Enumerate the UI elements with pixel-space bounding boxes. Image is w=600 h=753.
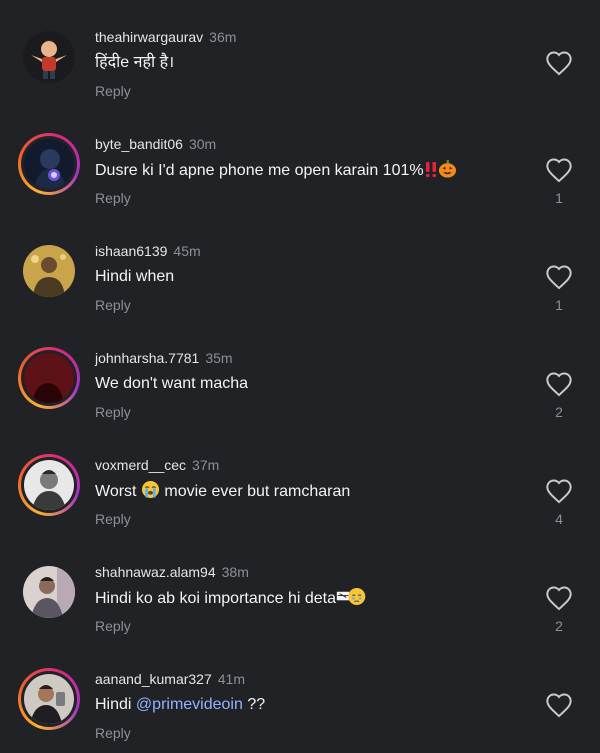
comment-meta: shahnawaz.alam94 38m (95, 563, 249, 581)
reply-button[interactable]: Reply (95, 510, 131, 528)
comment-text-content: Hindi ko ab koi importance hi deta (95, 590, 337, 607)
heart-icon[interactable] (545, 478, 573, 504)
comment-item: voxmerd__cec 37m Worst movie ever but ram… (0, 432, 600, 539)
comment-meta: ishaan6139 45m (95, 242, 201, 260)
heart-icon[interactable] (545, 264, 573, 290)
comment-text: Worst movie ever but ramcharan (95, 480, 350, 506)
avatar-image (24, 460, 74, 510)
avatar-image (23, 245, 75, 297)
avatar[interactable] (18, 347, 80, 409)
reply-button[interactable]: Reply (95, 82, 131, 100)
username[interactable]: theahirwargaurav (95, 29, 203, 45)
jack-o-lantern-icon (438, 159, 457, 185)
comment-meta: voxmerd__cec 37m (95, 456, 219, 474)
avatar[interactable] (18, 668, 80, 730)
avatar-image (24, 139, 74, 189)
comment-item: aanand_kumar327 41m Hindi @primevideoin ?… (0, 646, 600, 753)
username[interactable]: shahnawaz.alam94 (95, 564, 216, 580)
avatar-ring-gap (21, 457, 77, 513)
comment-item: johnharsha.7781 35m We don't want macha R… (0, 325, 600, 432)
comment-meta: byte_bandit06 30m (95, 135, 216, 153)
comment-text: Dusre ki I'd apne phone me open karain 1… (95, 159, 457, 185)
avatar[interactable] (18, 26, 80, 88)
avatar-image (23, 31, 75, 83)
comment-text-before: Hindi (95, 696, 132, 713)
username[interactable]: byte_bandit06 (95, 136, 183, 152)
comment-item: shahnawaz.alam94 38m Hindi ko ab koi impo… (0, 539, 600, 646)
avatar-image (24, 674, 74, 724)
timestamp: 36m (209, 29, 237, 45)
avatar-ring-gap (21, 671, 77, 727)
loudly-crying-face-icon (141, 480, 160, 506)
avatar-ring-gap (21, 350, 77, 406)
heart-icon[interactable] (545, 371, 573, 397)
comment-text: Hindi when (95, 268, 175, 285)
comment-text: Hindi ko ab koi importance hi deta (95, 587, 368, 613)
avatar-ring-gap (21, 136, 77, 192)
avatar-image (23, 566, 75, 618)
comment-item: ishaan6139 45m Hindi when Reply 1 (0, 218, 600, 325)
comment-text: हिंदीe नही है। (95, 54, 175, 71)
comment-text-after: ?? (247, 696, 266, 713)
heart-icon[interactable] (545, 157, 573, 183)
heart-icon[interactable] (545, 50, 573, 76)
heart-icon[interactable] (545, 585, 573, 611)
timestamp: 35m (205, 350, 233, 366)
mention-link[interactable]: @primevideoin (136, 696, 243, 713)
avatar[interactable] (18, 561, 80, 623)
reply-button[interactable]: Reply (95, 724, 131, 742)
comments-list: theahirwargaurav 36m हिंदीe नही है। Reply (0, 0, 600, 752)
reply-button[interactable]: Reply (95, 617, 131, 635)
like-count: 1 (555, 297, 563, 313)
avatar-image (24, 353, 74, 403)
timestamp: 38m (221, 564, 249, 580)
username[interactable]: johnharsha.7781 (95, 350, 199, 366)
comment-meta: johnharsha.7781 35m (95, 349, 233, 367)
timestamp: 45m (173, 243, 201, 259)
username[interactable]: ishaan6139 (95, 243, 167, 259)
double-exclamation-icon (424, 161, 438, 185)
face-holding-back-tears-icon (336, 587, 368, 613)
like-count: 2 (555, 618, 563, 634)
comment-text: Hindi @primevideoin ?? (95, 694, 265, 716)
comment-item: theahirwargaurav 36m हिंदीe नही है। Reply (0, 4, 600, 111)
timestamp: 37m (192, 457, 220, 473)
timestamp: 30m (188, 136, 217, 152)
comment-text-after: movie ever but ramcharan (164, 483, 351, 500)
heart-icon[interactable] (545, 692, 573, 718)
username[interactable]: aanand_kumar327 (95, 671, 212, 687)
comment-text-content: Dusre ki I'd apne phone me open karain 1… (95, 162, 424, 179)
reply-button[interactable]: Reply (95, 403, 131, 421)
avatar[interactable] (18, 240, 80, 302)
comment-meta: theahirwargaurav 36m (95, 28, 236, 46)
comment-item: byte_bandit06 30m Dusre ki I'd apne phone… (0, 111, 600, 218)
comment-meta: aanand_kumar327 41m (95, 670, 245, 688)
comment-text: We don't want macha (95, 375, 249, 392)
like-count: 4 (555, 511, 563, 527)
timestamp: 41m (217, 671, 245, 687)
avatar[interactable] (18, 454, 80, 516)
reply-button[interactable]: Reply (95, 296, 131, 314)
like-count: 1 (555, 190, 563, 206)
comment-text-before: Worst (95, 483, 137, 500)
reply-button[interactable]: Reply (95, 189, 131, 207)
avatar[interactable] (18, 133, 80, 195)
username[interactable]: voxmerd__cec (95, 457, 186, 473)
like-count: 2 (555, 404, 563, 420)
